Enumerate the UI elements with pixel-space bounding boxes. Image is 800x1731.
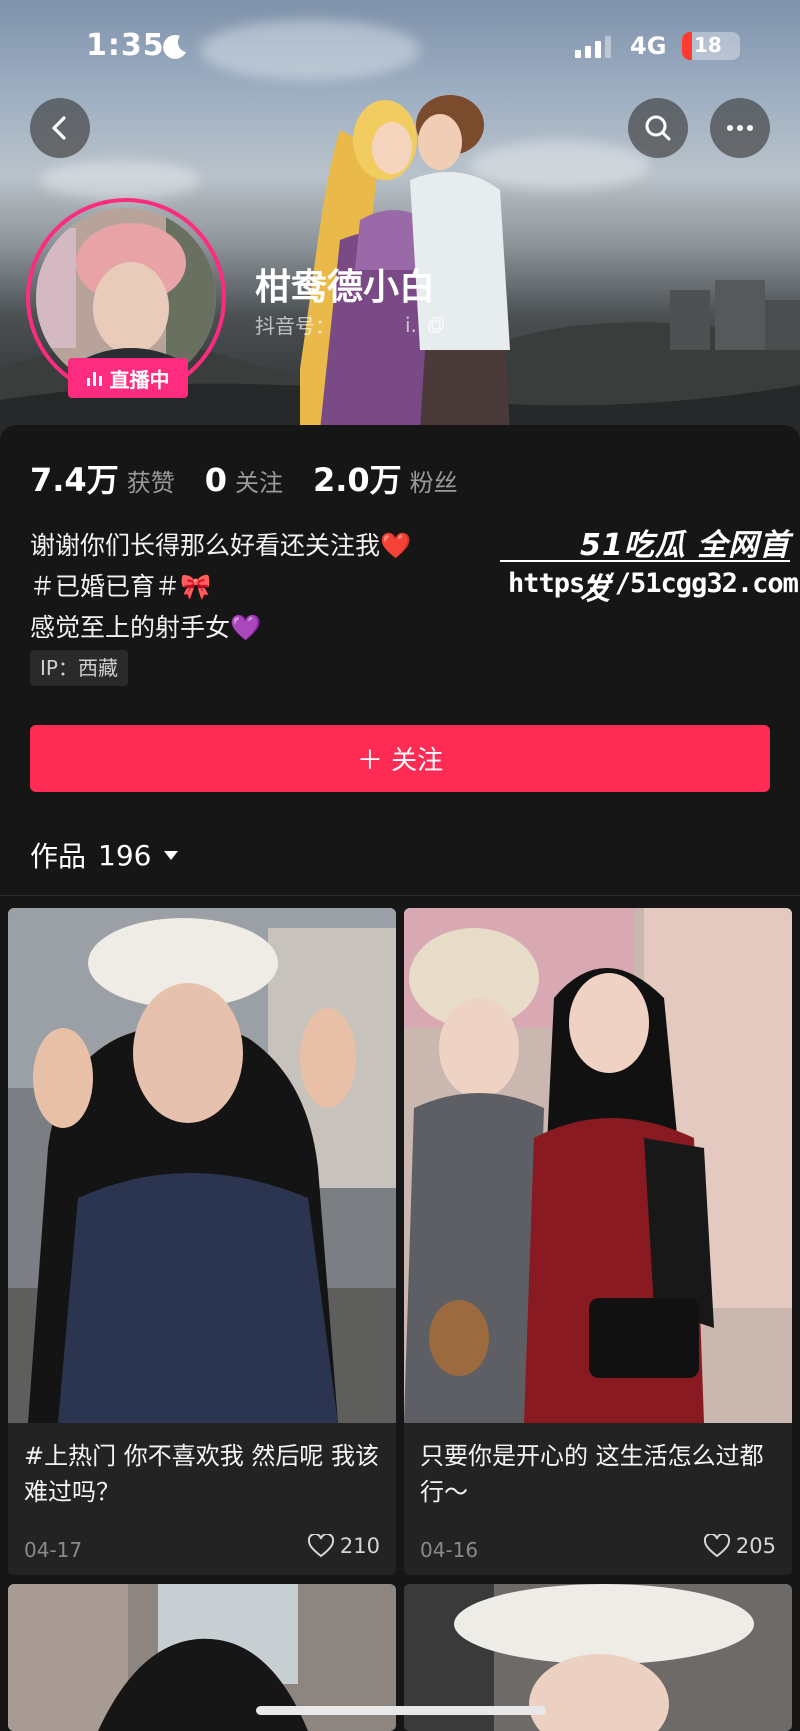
copy-icon[interactable] (427, 316, 445, 334)
bio-line: 谢谢你们长得那么好看还关注我❤️ (30, 531, 412, 560)
heart-icon (307, 1534, 334, 1558)
banner-illustration (300, 95, 510, 430)
post-thumbnail (8, 908, 396, 1423)
watermark: 51吃瓜 全网首发 https://51cgg32.com (500, 520, 800, 610)
stat-value: 0 (204, 461, 227, 499)
stat-following[interactable]: 0 关注 (205, 461, 283, 499)
stat-label: 获赞 (126, 469, 175, 497)
profile-stats: 7.4万 获赞 0 关注 2.0万 粉丝 (30, 455, 488, 501)
battery-icon: 18 (682, 32, 740, 60)
post-date: 04-16 (420, 1538, 479, 1562)
douyin-id[interactable]: 抖音号： i. (255, 310, 445, 339)
tab-works[interactable]: 作品 196 (30, 835, 179, 875)
moon-icon (163, 34, 186, 59)
stat-label: 关注 (234, 469, 283, 497)
post-card[interactable]: 只要你是开心的 这生活怎么过都行～ 04-16 205 (404, 908, 792, 1575)
profile-bio: 谢谢你们长得那么好看还关注我❤️ ＃已婚已育＃🎀 感觉至上的射手女💜 (30, 525, 411, 648)
post-thumbnail (404, 908, 792, 1423)
chevron-left-icon (52, 116, 66, 140)
profile-nickname: 柑鸯德小白 (255, 267, 436, 308)
bio-line: ＃已婚已育＃🎀 (30, 572, 212, 601)
stat-value: 2.0万 (312, 461, 402, 499)
live-icon (86, 370, 102, 386)
watermark-divider (500, 560, 790, 562)
search-button[interactable] (628, 98, 688, 158)
post-date: 04-17 (24, 1538, 83, 1562)
section-divider (0, 895, 800, 896)
heart-icon (703, 1534, 730, 1558)
profile-info-panel: 7.4万 获赞 0 关注 2.0万 粉丝 谢谢你们长得那么好看还关注我❤️ ＃已… (0, 425, 800, 895)
post-title: 只要你是开心的 这生活怎么过都行～ (420, 1442, 764, 1506)
works-tab-label: 作品 (30, 840, 87, 873)
post-likes[interactable]: 210 (307, 1534, 380, 1558)
live-badge[interactable]: 直播中 (68, 358, 188, 398)
status-time: 1:35 (86, 28, 165, 63)
battery-level: 18 (694, 33, 722, 57)
ip-location-badge: IP：西藏 (30, 650, 128, 686)
search-icon (645, 115, 671, 141)
stat-label: 粉丝 (409, 469, 458, 497)
post-like-count: 205 (735, 1534, 776, 1558)
post-likes[interactable]: 205 (703, 1534, 776, 1558)
douyin-id-value: i. (405, 312, 417, 337)
caret-down-icon (164, 851, 179, 860)
home-indicator[interactable] (256, 1706, 546, 1715)
signal-icon (575, 36, 611, 58)
back-button[interactable] (30, 98, 90, 158)
watermark-url: https://51cgg32.com (508, 568, 799, 599)
bio-line: 感觉至上的射手女💜 (30, 613, 262, 642)
douyin-id-label: 抖音号： (255, 314, 335, 338)
live-badge-label: 直播中 (109, 367, 170, 392)
post-card[interactable]: #上热门 你不喜欢我 然后呢 我该难过吗？ 04-17 210 (8, 908, 396, 1575)
post-like-count: 210 (339, 1534, 380, 1558)
network-type: 4G (630, 32, 667, 60)
follow-button[interactable]: ＋ 关注 (30, 725, 770, 792)
stat-value: 7.4万 (30, 461, 119, 499)
status-bar: 1:35 4G 18 (0, 0, 800, 95)
stat-likes[interactable]: 7.4万 获赞 (30, 455, 175, 501)
works-count: 196 (98, 838, 152, 872)
post-title: #上热门 你不喜欢我 然后呢 我该难过吗？ (24, 1442, 379, 1506)
more-icon (727, 125, 753, 131)
stat-followers[interactable]: 2.0万 粉丝 (313, 455, 458, 501)
more-button[interactable] (710, 98, 770, 158)
